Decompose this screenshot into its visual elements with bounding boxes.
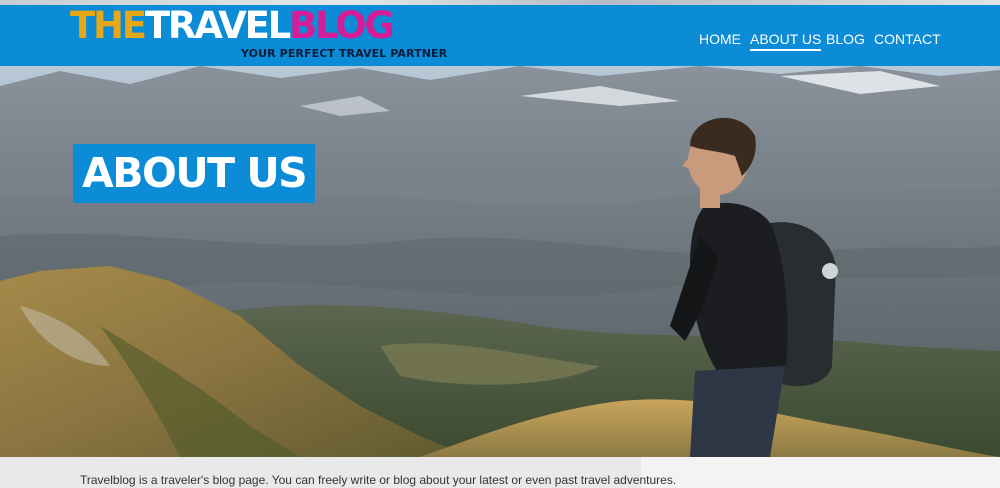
logo-the: THE — [70, 4, 147, 47]
hero-title: ABOUT US — [73, 144, 316, 203]
nav-home[interactable]: HOME — [699, 30, 741, 48]
content-sidebar — [641, 457, 1000, 488]
nav-blog[interactable]: BLOG — [826, 30, 865, 48]
nav-contact[interactable]: CONTACT — [874, 30, 941, 48]
site-header: THETRAVELBLOG YOUR PERFECT TRAVEL PARTNE… — [0, 0, 1000, 66]
site-logo[interactable]: THETRAVELBLOG YOUR PERFECT TRAVEL PARTNE… — [70, 4, 447, 62]
hero-mountain-image — [0, 66, 1000, 457]
logo-wordmark: THETRAVELBLOG — [70, 4, 395, 47]
content-area: Travelblog is a traveler's blog page. Yo… — [0, 457, 1000, 488]
hero-banner: ABOUT US — [0, 66, 1000, 457]
nav-about-us[interactable]: ABOUT US — [750, 30, 822, 51]
logo-travel: TRAVEL — [144, 4, 291, 47]
intro-text: Travelblog is a traveler's blog page. Yo… — [80, 473, 677, 487]
logo-blog: BLOG — [289, 4, 395, 47]
logo-tagline: YOUR PERFECT TRAVEL PARTNER — [241, 47, 448, 60]
